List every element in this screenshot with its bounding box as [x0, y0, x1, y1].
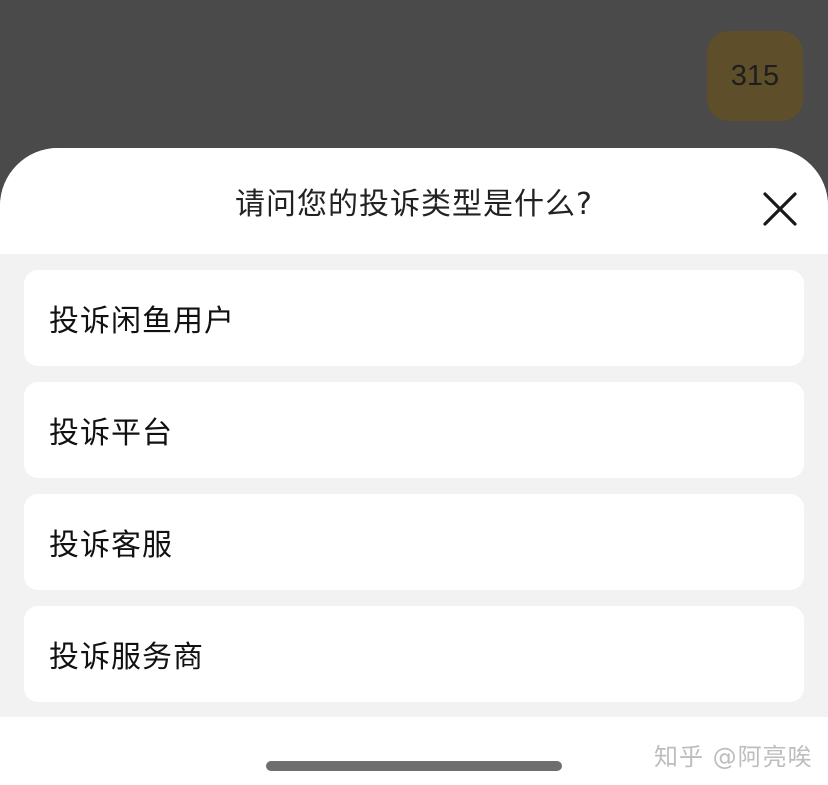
watermark-text: 知乎 @阿亮唉 [654, 743, 813, 771]
badge-315[interactable]: 315 [707, 31, 803, 121]
sheet-footer: 知乎 @阿亮唉 [0, 717, 828, 785]
option-complain-service-provider[interactable]: 投诉服务商 [24, 606, 804, 702]
option-complain-customer-service[interactable]: 投诉客服 [24, 494, 804, 590]
close-icon [763, 192, 797, 226]
option-label: 投诉平台 [49, 416, 173, 451]
sheet-header: 请问您的投诉类型是什么? [0, 148, 828, 254]
sheet-title: 请问您的投诉类型是什么? [235, 187, 593, 222]
home-indicator[interactable] [266, 761, 562, 771]
screen: 315 请问您的投诉类型是什么? 投诉闲鱼用户 投诉平台 投诉客服 投诉服务商 [0, 0, 828, 785]
option-label: 投诉客服 [49, 528, 173, 563]
option-label: 投诉闲鱼用户 [49, 304, 235, 339]
option-complain-xianyu-user[interactable]: 投诉闲鱼用户 [24, 270, 804, 366]
option-label: 投诉服务商 [49, 640, 204, 675]
complaint-type-sheet: 请问您的投诉类型是什么? 投诉闲鱼用户 投诉平台 投诉客服 投诉服务商 知乎 @… [0, 148, 828, 785]
option-complain-platform[interactable]: 投诉平台 [24, 382, 804, 478]
complaint-options-list: 投诉闲鱼用户 投诉平台 投诉客服 投诉服务商 [0, 254, 828, 717]
close-button[interactable] [762, 191, 798, 227]
